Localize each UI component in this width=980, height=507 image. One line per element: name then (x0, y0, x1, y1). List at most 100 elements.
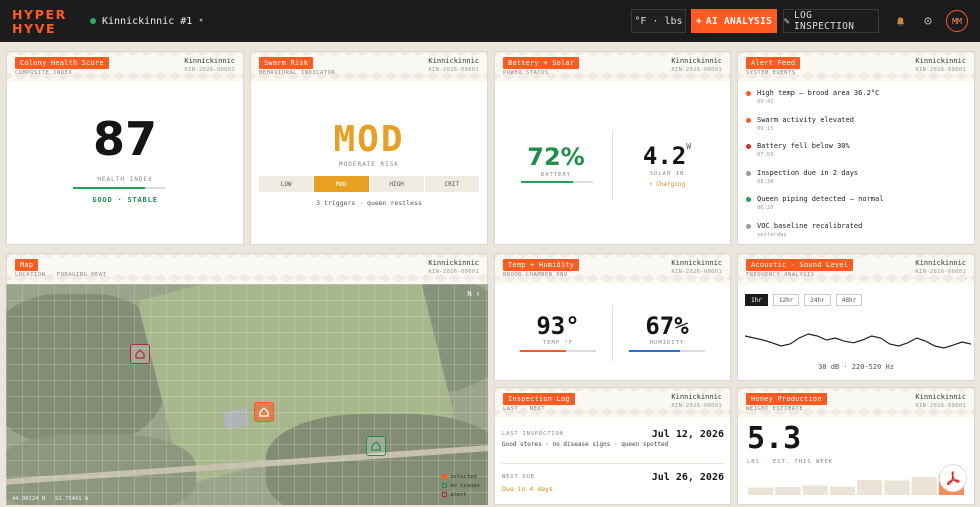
card-header: Temp + Humidity BROOD CHAMBER ENV Kinnic… (495, 254, 730, 284)
card-header: Colony Health Score COMPOSITE INDEX Kinn… (7, 52, 243, 82)
next-inspection[interactable]: NEXT DUE Jul 26, 2026 Due in 4 days (502, 472, 724, 493)
legend-swatch (442, 474, 448, 479)
health-progress-bar (73, 187, 165, 189)
hive-id: KIN-2026-00001 (671, 269, 722, 275)
card-header: Swarm Risk BEHAVIORAL INDICATOR Kinnicki… (251, 52, 487, 82)
humidity-label: HUMIDITY (649, 340, 685, 346)
temperature-value: 93° (536, 312, 580, 340)
card-subtitle: LAST · NEXT (503, 406, 545, 412)
card-header: Inspection Log LAST · NEXT Kinnickinnic K… (495, 388, 730, 418)
logo-line-1: HYPER (12, 7, 67, 22)
health-progress-fill (73, 187, 145, 189)
map-grid (6, 284, 488, 505)
legend-label: alert (450, 491, 467, 498)
last-inspection-date: Jul 12, 2026 (651, 429, 724, 440)
hyperhyve-logo[interactable]: HYPER HYVE (12, 6, 72, 36)
card-subtitle: WEIGHT ESTIMATE (746, 406, 804, 412)
beehive-icon (259, 407, 269, 417)
legend-label: selected (450, 473, 477, 480)
hive-id: KIN-2026-00001 (915, 269, 966, 275)
hive-marker-selected[interactable] (254, 402, 274, 422)
hive-id: KIN-2026-00001 (671, 67, 722, 73)
divider (612, 130, 613, 200)
card-tag: Swarm Risk (259, 57, 314, 69)
top-bar: HYPER HYVE Kinnickinnic #1 ▾ °F · lbs + … (0, 0, 980, 42)
card-tag: Battery + Solar (503, 57, 580, 69)
card-header: Map LOCATION · FORAGING HEAT Kinnickinni… (7, 254, 487, 284)
sound-level-reading: 38 dB · 220-520 Hz (818, 363, 894, 371)
hive-marker-alert[interactable] (130, 344, 150, 364)
user-avatar[interactable]: MM (946, 10, 968, 32)
alert-item[interactable]: Inspection due in 2 days 08:30 (744, 167, 970, 194)
card-header: Battery + Solar POWER STATUS Kinnickinni… (495, 52, 730, 82)
alert-dot (746, 91, 751, 96)
risk-level-crit: CRIT (424, 176, 479, 192)
health-index-label: HEALTH INDEX (97, 176, 153, 183)
range-tab-48hr[interactable]: 48hr (835, 294, 863, 306)
hive-id: KIN-2026-00001 (915, 67, 966, 73)
divider (612, 305, 613, 361)
settings-button[interactable] (916, 9, 940, 33)
satellite-map[interactable]: N ↑ selected no issues alert 44.98124 N … (6, 284, 488, 505)
card-subtitle: COMPOSITE INDEX (15, 70, 73, 76)
solar-unit: W (686, 142, 692, 151)
alert-item[interactable]: Battery fell below 30% 07:55 (744, 140, 970, 167)
card-header: Honey Production WEIGHT ESTIMATE Kinnick… (738, 388, 974, 418)
hive-marker-ok[interactable] (366, 436, 386, 456)
range-tab-12hr[interactable]: 12hr (772, 294, 800, 306)
card-subtitle: LOCATION · FORAGING HEAT (15, 272, 107, 278)
hive-id: KIN-2026-00001 (428, 269, 479, 275)
log-inspection-button[interactable]: ✎ LOG INSPECTION (783, 9, 879, 33)
risk-level-high: HIGH (369, 176, 424, 192)
last-inspection[interactable]: LAST INSPECTION Jul 12, 2026 Good stores… (502, 429, 724, 448)
alert-time: 06:20 (757, 205, 774, 211)
legend-label: no issues (450, 482, 480, 489)
alert-dot (746, 197, 751, 202)
solar-value-number: 4.2 (642, 142, 687, 170)
alert-item[interactable]: VOC baseline recalibrated yesterday (744, 220, 970, 247)
alert-item[interactable]: Queen piping detected — normal 06:20 (744, 193, 970, 220)
card-tag: Acoustic · Sound Level (746, 259, 854, 271)
swarm-risk-value: MOD (333, 119, 405, 160)
pencil-icon: ✎ (784, 15, 791, 27)
card-tag: Honey Production (746, 393, 827, 405)
alert-time: 09:15 (757, 125, 774, 132)
next-due-note: Due in 4 days (502, 485, 553, 493)
hive-name: Kinnickinnic (915, 259, 966, 267)
humidity-value: 67% (645, 312, 689, 340)
beehive-icon (371, 441, 381, 451)
sound-level-line (745, 333, 971, 349)
range-tab-24hr[interactable]: 24hr (804, 294, 831, 306)
north-indicator: N ↑ (467, 290, 480, 298)
card-subtitle: FREQUENCY ANALYSIS (746, 272, 815, 278)
alert-item[interactable]: High temp — brood area 36.2°C 09:41 (744, 87, 970, 114)
risk-level-scale: LOW MOD HIGH CRIT (259, 176, 479, 192)
alert-dot (746, 117, 751, 123)
gear-icon (924, 17, 932, 25)
risk-level-low: LOW (259, 176, 314, 192)
temperature-label: TEMP °F (542, 340, 574, 346)
acoustic-card: Acoustic · Sound Level FREQUENCY ANALYSI… (737, 253, 975, 381)
hive-selector[interactable]: Kinnickinnic #1 ▾ (90, 12, 204, 30)
notifications-button[interactable] (888, 9, 912, 33)
range-tab-1hr[interactable]: 1hr (745, 294, 768, 306)
alert-text: Inspection due in 2 days (757, 168, 859, 177)
alert-time: 08:30 (757, 178, 774, 185)
humidity-bar-fill (629, 350, 680, 352)
pdf-export-button[interactable] (939, 464, 967, 492)
health-score-value: 87 (92, 112, 157, 166)
online-status-dot (90, 18, 96, 24)
health-status: GOOD · STABLE (92, 196, 158, 204)
divider (502, 463, 724, 464)
ai-analysis-button[interactable]: + AI ANALYSIS (691, 9, 777, 33)
solar-input-value: 4.2W (630, 142, 704, 170)
hive-name: Kinnickinnic (428, 57, 479, 65)
card-subtitle: POWER STATUS (503, 70, 549, 76)
bell-icon (896, 16, 904, 26)
swarm-risk-card: Swarm Risk BEHAVIORAL INDICATOR Kinnicki… (250, 51, 488, 245)
alert-item[interactable]: Swarm activity elevated 09:15 (744, 114, 970, 141)
temperature-bar-fill (520, 350, 566, 352)
card-tag: Temp + Humidity (503, 259, 580, 271)
card-tag: Colony Health Score (15, 57, 109, 69)
units-toggle[interactable]: °F · lbs (631, 9, 686, 33)
